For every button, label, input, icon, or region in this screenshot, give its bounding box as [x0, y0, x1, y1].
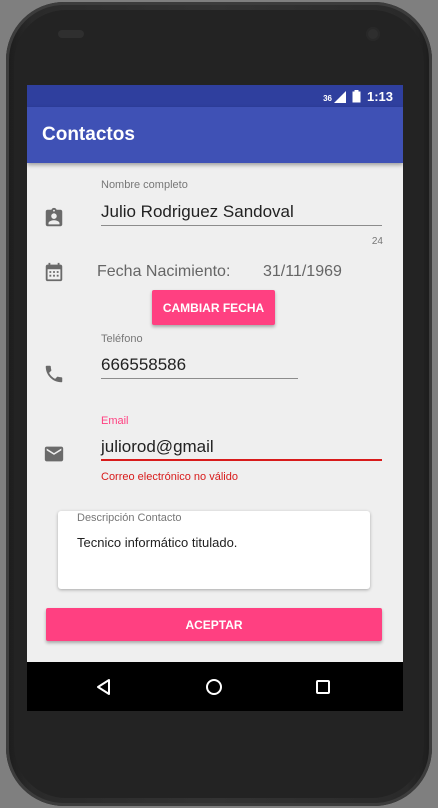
back-button[interactable]: [91, 674, 117, 700]
birth-date-value: 31/11/1969: [263, 263, 342, 280]
phone-label: Teléfono: [101, 333, 143, 345]
email-error-message: Correo electrónico no válido: [101, 471, 238, 483]
app-bar: Contactos: [27, 107, 403, 163]
app-screen: 36 1:13 Contactos Nombre completo Julio …: [27, 85, 403, 711]
front-camera: [366, 27, 380, 41]
calendar-icon: [45, 262, 63, 282]
signal-icon: 36: [323, 90, 346, 103]
name-char-counter: 24: [371, 236, 383, 247]
home-button[interactable]: [201, 674, 227, 700]
description-label: Descripción Contacto: [77, 512, 182, 524]
name-label: Nombre completo: [101, 179, 188, 191]
birth-date-label: Fecha Nacimiento:: [97, 263, 231, 280]
email-label: Email: [101, 415, 129, 427]
phone-input[interactable]: 666558586: [101, 355, 186, 375]
status-bar: 36 1:13: [27, 85, 403, 107]
recents-icon: [316, 680, 330, 694]
speaker-grille: [58, 30, 84, 38]
contact-card-icon: [45, 207, 63, 227]
name-underline: [101, 225, 382, 226]
phone-icon: [45, 365, 63, 383]
email-underline-error: [101, 459, 382, 461]
back-icon: [97, 679, 110, 695]
description-card[interactable]: Descripción Contacto Tecnico informático…: [58, 511, 370, 589]
change-date-button[interactable]: CAMBIAR FECHA: [152, 290, 275, 325]
phone-underline: [101, 378, 298, 379]
name-input[interactable]: Julio Rodriguez Sandoval: [101, 202, 294, 222]
battery-icon: [352, 90, 361, 103]
accept-button[interactable]: ACEPTAR: [46, 608, 382, 641]
page-title: Contactos: [42, 124, 135, 145]
email-input[interactable]: juliorod@gmail: [101, 437, 214, 457]
clock: 1:13: [366, 89, 393, 104]
email-icon: [44, 446, 64, 462]
recents-button[interactable]: [310, 674, 336, 700]
home-icon: [206, 679, 222, 695]
description-input[interactable]: Tecnico informático titulado.: [77, 535, 237, 550]
network-type: 36: [323, 93, 332, 103]
navigation-bar: [27, 662, 403, 711]
